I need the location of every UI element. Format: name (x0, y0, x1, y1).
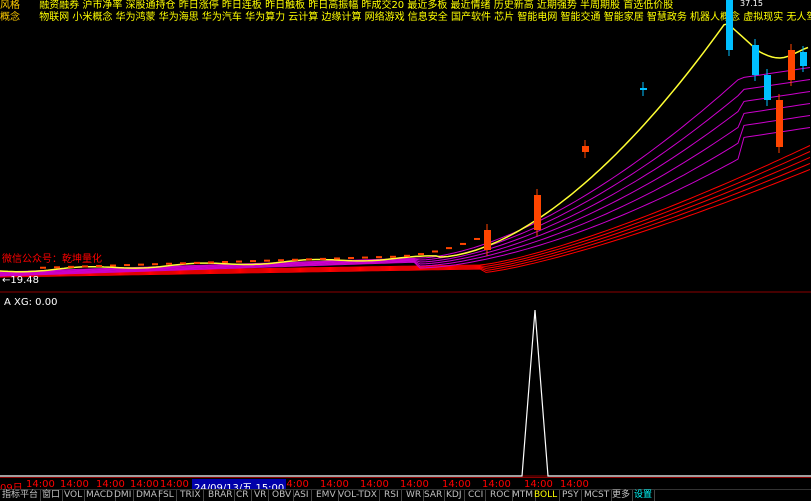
small-candle (68, 265, 74, 268)
small-candle (236, 260, 242, 263)
band-ma-line (0, 79, 811, 274)
small-candle (40, 266, 46, 269)
tab-fsl[interactable]: FSL (156, 490, 177, 501)
tab-dmi[interactable]: DMI (112, 490, 135, 501)
tab-trix[interactable]: TRIX (178, 490, 204, 501)
small-candle (390, 255, 396, 258)
tab-更多[interactable]: 更多 (610, 490, 634, 501)
small-candle (82, 265, 88, 268)
tab-设置[interactable]: 设置 (632, 490, 656, 501)
tab-boll[interactable]: BOLL (532, 490, 561, 501)
tab-cci[interactable]: CCI (466, 490, 487, 501)
small-candle (418, 253, 424, 256)
tab-vol[interactable]: VOL (62, 490, 86, 501)
tab-指标平台[interactable]: 指标平台 (0, 490, 42, 501)
slow-ma-line (0, 145, 811, 274)
candle-body (800, 52, 807, 66)
band-ma-line (0, 67, 811, 273)
small-candle (362, 256, 368, 259)
sub-indicator-layer (0, 309, 811, 477)
small-candle (124, 264, 130, 267)
tab-emv[interactable]: EMV (314, 490, 339, 501)
small-candle (320, 257, 326, 260)
small-candle (446, 247, 452, 250)
tab-rsi[interactable]: RSI (382, 490, 402, 501)
small-candle (404, 254, 410, 257)
small-candle (264, 259, 270, 262)
small-candle (278, 259, 284, 262)
small-candle (222, 260, 228, 263)
candle-body (776, 100, 783, 147)
candle-body (726, 0, 733, 50)
tab-cr[interactable]: CR (234, 490, 252, 501)
small-candle (306, 258, 312, 261)
candle-body (640, 88, 647, 90)
small-candle (152, 263, 158, 266)
candle-body (764, 75, 771, 100)
tab-窗口[interactable]: 窗口 (40, 490, 64, 501)
small-candle (474, 237, 480, 240)
indicator-tab-bar: 指标平台 窗口 VOL MACD DMI DMA FSL TRIX BRAR CR VR OBV ASI… (0, 489, 811, 501)
small-candle (96, 264, 102, 267)
tab-vol-tdx[interactable]: VOL-TDX (336, 490, 380, 501)
candle-body (484, 230, 491, 250)
small-candle (194, 261, 200, 264)
small-candle (138, 263, 144, 266)
band-ma-line (0, 103, 811, 275)
moving-average-lines (0, 22, 811, 278)
tab-asi[interactable]: ASI (292, 490, 312, 501)
tab-sar[interactable]: SAR (422, 490, 446, 501)
sub-indicator-label: A XG: 0.00 (4, 297, 58, 308)
small-candle (54, 266, 60, 269)
price-chart[interactable]: 微信公众号：乾坤量化 ←19.48 37.15 (0, 0, 811, 477)
price-high-label: 37.15 (740, 0, 763, 8)
price-low-label: ←19.48 (2, 275, 39, 286)
candle-body (582, 146, 589, 152)
tab-kdj[interactable]: KDJ (444, 490, 465, 501)
small-candle (376, 256, 382, 259)
small-candle (250, 260, 256, 263)
band-ma-line (0, 91, 811, 275)
tab-vr[interactable]: VR (252, 490, 270, 501)
tab-obv[interactable]: OBV (270, 490, 295, 501)
candle-body (788, 50, 795, 80)
small-candle (292, 258, 298, 261)
candle-body (534, 195, 541, 230)
fast-ma-line (0, 22, 809, 273)
small-candle (348, 257, 354, 260)
small-candle (334, 257, 340, 260)
small-candle (110, 264, 116, 267)
band-ma-line (0, 127, 811, 277)
small-candle (180, 262, 186, 265)
small-candle (460, 242, 466, 245)
candle-body (752, 45, 759, 75)
tab-brar[interactable]: BRAR (206, 490, 236, 501)
small-candle (208, 261, 214, 264)
small-candle (166, 262, 172, 265)
small-candle (432, 250, 438, 253)
upper-note-label: 微信公众号：乾坤量化 (2, 252, 102, 265)
tab-psy[interactable]: PSY (560, 490, 582, 501)
tab-mcst[interactable]: MCST (582, 490, 613, 501)
candles-layer (40, 0, 807, 269)
tab-roc[interactable]: ROC (488, 490, 513, 501)
xg-signal-line (0, 309, 811, 477)
band-ma-line (0, 115, 811, 276)
